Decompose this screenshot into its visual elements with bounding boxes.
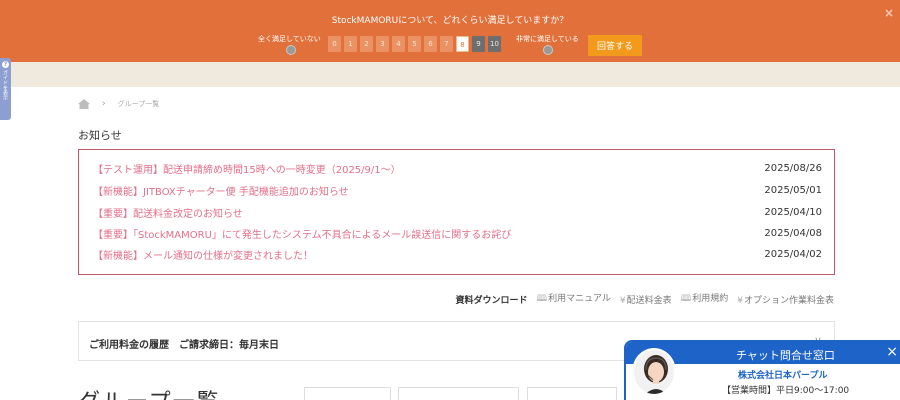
breadcrumb: › グループ一覧 (78, 99, 159, 109)
chat-title: チャット問合せ窓口 (736, 349, 835, 362)
operator-avatar (632, 348, 676, 396)
operator-avatar-image (634, 350, 674, 394)
news-item: 【重要】配送料金改定のお知らせ 2025/04/10 (93, 204, 822, 220)
news-list: 【テスト運用】配送申請締め時間15時への一時変更（2025/9/1〜） 2025… (78, 149, 835, 275)
billing-history-label: ご利用料金の履歴 ご請求締日：毎月末日 (89, 340, 279, 351)
download-shipping-fee-link[interactable]: ¥配送料金表 (620, 293, 672, 306)
survey-score-8[interactable]: 8 (456, 36, 469, 52)
survey-score-1[interactable]: 1 (344, 36, 357, 52)
satisfied-face-icon (543, 45, 553, 55)
news-item-link[interactable]: 【新機能】JITBOXチャーター便 手配機能追加のお知らせ (93, 183, 349, 198)
group-list-heading: グループ一覧 (78, 384, 221, 400)
chat-company-name: 株式会社日本パープル (738, 371, 828, 381)
survey-score-6[interactable]: 6 (424, 36, 437, 52)
survey-score-5[interactable]: 5 (408, 36, 421, 52)
survey-score-9[interactable]: 9 (472, 36, 485, 52)
news-item-date: 2025/04/10 (764, 206, 822, 218)
download-manual-link[interactable]: 🕮利用マニュアル (537, 291, 611, 307)
survey-answer-button[interactable]: 回答する (588, 35, 642, 56)
news-item-date: 2025/04/08 (764, 227, 822, 239)
survey-score-2[interactable]: 2 (360, 36, 373, 52)
chat-close-icon[interactable]: × (886, 344, 898, 360)
survey-score-0[interactable]: 0 (328, 36, 341, 52)
news-item: 【テスト運用】配送申請締め時間15時への一時変更（2025/9/1〜） 2025… (93, 160, 822, 176)
header-band (0, 62, 900, 87)
survey-question: StockMAMORUについて、どれくらい満足していますか？ (331, 16, 569, 26)
group-filter-box[interactable] (304, 387, 391, 400)
news-item-link[interactable]: 【テスト運用】配送申請締め時間15時への一時変更（2025/9/1〜） (93, 161, 401, 176)
news-item-link[interactable]: 【新機能】メール通知の仕様が変更されました！ (93, 247, 313, 262)
group-filter-box[interactable] (527, 387, 617, 400)
survey-score-4[interactable]: 4 (392, 36, 405, 52)
survey-score-3[interactable]: 3 (376, 36, 389, 52)
news-item: 【重要】「StockMAMORU」にて発生したシステム不具合によるメール誤送信に… (93, 225, 822, 241)
download-terms-link[interactable]: 🕮利用規約 (681, 291, 729, 307)
survey-close-icon[interactable]: × (884, 6, 894, 20)
news-item-link[interactable]: 【重要】「StockMAMORU」にて発生したシステム不具合によるメール誤送信に… (93, 226, 511, 241)
home-icon[interactable] (78, 99, 90, 109)
news-item-date: 2025/05/01 (764, 184, 822, 196)
guide-label: ガイドを表示 (2, 70, 8, 100)
book-icon: 🕮 (536, 294, 548, 304)
breadcrumb-current: グループ一覧 (117, 100, 160, 108)
unsatisfied-face-icon (286, 45, 296, 55)
chevron-right-icon: › (102, 99, 106, 109)
news-item-date: 2025/04/02 (764, 248, 822, 260)
survey-low-label: 全く満足していない (258, 35, 321, 43)
chat-business-hours: 【営業時間】平日9:00〜17:00 (722, 386, 850, 396)
group-filter-box[interactable] (398, 387, 519, 400)
survey-score-7[interactable]: 7 (440, 36, 453, 52)
survey-banner: StockMAMORUについて、どれくらい満足していますか？ × 全く満足してい… (0, 0, 900, 62)
yen-icon: ¥ (619, 295, 626, 306)
news-title: お知らせ (78, 129, 122, 142)
news-item-date: 2025/08/26 (764, 162, 822, 174)
news-item: 【新機能】メール通知の仕様が変更されました！ 2025/04/02 (93, 246, 822, 262)
guide-tab[interactable]: ? ガイドを表示 (0, 58, 11, 120)
news-item: 【新機能】JITBOXチャーター便 手配機能追加のお知らせ 2025/05/01 (93, 182, 822, 198)
news-item-link[interactable]: 【重要】配送料金改定のお知らせ (93, 205, 243, 220)
survey-scale: 0 1 2 3 4 5 6 7 8 9 10 (328, 36, 501, 52)
chat-widget[interactable]: チャット問合せ窓口 × 株式会社日本パープル 【営業時間】平日9:00〜17:0… (624, 340, 900, 400)
survey-high-label: 非常に満足している (516, 35, 579, 43)
downloads-title: 資料ダウンロード (455, 295, 528, 306)
yen-icon: ¥ (737, 295, 743, 306)
download-option-fee-link[interactable]: ¥オプション作業料金表 (737, 293, 834, 306)
survey-score-10[interactable]: 10 (488, 36, 501, 52)
help-icon: ? (2, 61, 9, 68)
download-links: 資料ダウンロード 🕮利用マニュアル ¥配送料金表 🕮利用規約 ¥オプション作業料… (455, 291, 834, 307)
book-icon: 🕮 (680, 294, 692, 304)
